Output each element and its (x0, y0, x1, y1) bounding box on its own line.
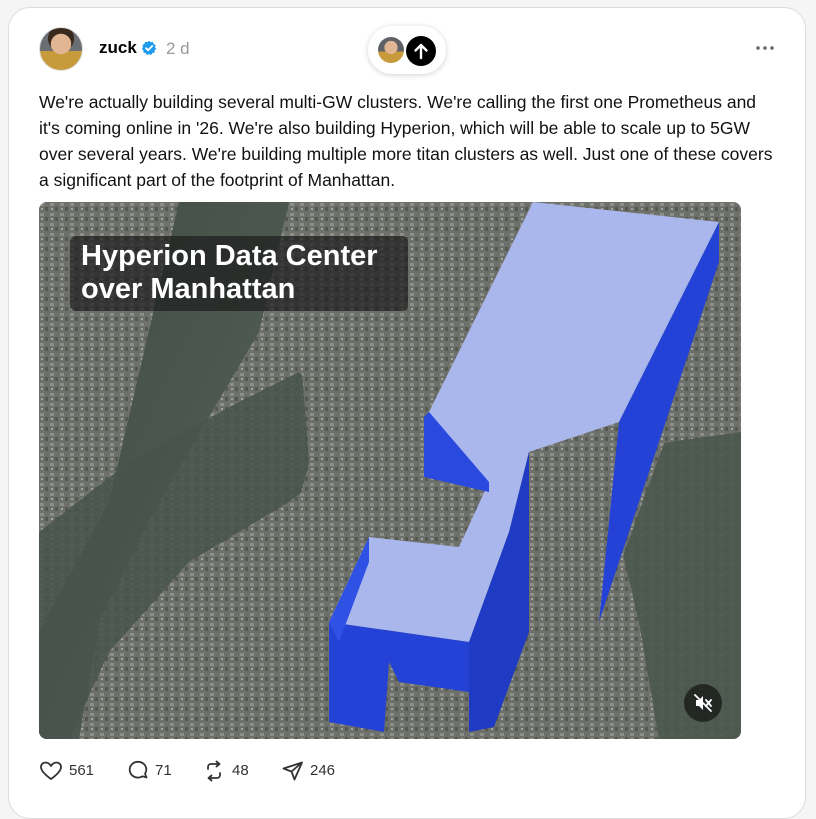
verified-icon (141, 40, 157, 55)
follow-avatar (378, 37, 404, 63)
heart-icon (40, 761, 62, 780)
like-button[interactable]: 561 (39, 758, 99, 784)
reply-button[interactable]: 71 (126, 758, 176, 784)
mute-icon (694, 694, 712, 712)
repost-icon (207, 760, 221, 782)
avatar[interactable] (39, 27, 83, 71)
video-caption: Hyperion Data Center over Manhattan (81, 240, 411, 306)
comment-icon (128, 760, 148, 779)
repost-button[interactable]: 48 (202, 758, 257, 784)
video-caption-line1: Hyperion Data Center (81, 240, 378, 272)
mute-button[interactable] (684, 684, 722, 722)
post-text: We're actually building several multi-GW… (39, 92, 773, 190)
arrow-up-icon (406, 36, 436, 66)
repost-count: 48 (232, 762, 249, 779)
like-count: 561 (69, 762, 95, 779)
send-icon (282, 761, 303, 781)
reply-count: 71 (155, 762, 172, 779)
share-count: 246 (310, 762, 336, 779)
action-bar: 561 71 48 246 (39, 758, 439, 784)
username[interactable]: zuck (99, 38, 137, 58)
more-icon[interactable] (752, 36, 778, 56)
video-caption-line2: over Manhattan (81, 273, 296, 305)
post-time[interactable]: 2 d (166, 39, 190, 59)
share-button[interactable]: 246 (281, 758, 341, 784)
follow-button[interactable] (368, 26, 446, 74)
